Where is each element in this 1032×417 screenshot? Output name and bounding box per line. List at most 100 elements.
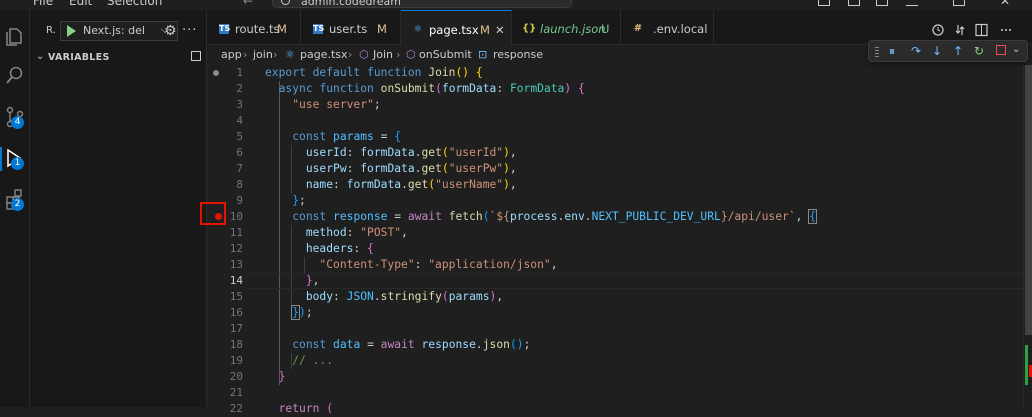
panel-toggle-icon[interactable] xyxy=(848,0,860,6)
tab-label: launch.json xyxy=(540,22,606,36)
settings-file-icon: # xyxy=(633,23,643,34)
tab-user-ts[interactable]: TS user.ts M xyxy=(301,10,401,45)
line-number: 20 xyxy=(229,370,243,383)
symbol-function-icon: ⬡ xyxy=(406,48,416,61)
run-debug-sidebar: R. Next.js: del ⌵ ⚙ ··· ⌄ VARIABLES xyxy=(30,10,207,407)
modified-indicator: M xyxy=(377,22,387,36)
step-over-icon[interactable]: ↷ xyxy=(911,44,921,58)
modified-indicator: M xyxy=(480,23,490,37)
code-line: 4 xyxy=(207,113,1023,129)
close-window-icon[interactable]: ✕ xyxy=(1000,0,1010,8)
json-icon: {} xyxy=(522,23,537,34)
tab-label: route.ts xyxy=(235,22,280,36)
pause-icon[interactable]: ⏸ xyxy=(889,44,895,59)
breadcrumb-file[interactable]: page.tsx xyxy=(300,48,348,61)
compare-icon[interactable] xyxy=(955,25,965,35)
symbol-function-icon: ⬡ xyxy=(359,48,369,61)
code-line: 9 }; xyxy=(207,193,1023,209)
menu-edit[interactable]: Edit xyxy=(69,0,92,8)
code-editor[interactable]: 1 export default function Join() { 2 asyn… xyxy=(207,65,1023,415)
code-line: 13 "Content-Type": "application/json", xyxy=(207,257,1023,273)
close-tab-icon[interactable]: ✕ xyxy=(495,23,505,37)
editor-scrollbar[interactable] xyxy=(1023,65,1032,407)
gear-icon[interactable]: ⚙ xyxy=(164,23,177,39)
fold-marker-icon[interactable] xyxy=(213,70,219,76)
code-line: 7 userPw: formData.get("userPw"), xyxy=(207,161,1023,177)
code-line: 18 const data = await response.json(); xyxy=(207,337,1023,353)
line-number: 8 xyxy=(236,178,243,191)
active-indicator xyxy=(0,147,2,171)
code-line: 19 // ... xyxy=(207,353,1023,369)
line-number: 3 xyxy=(236,98,243,111)
breadcrumb-join-symbol[interactable]: Join xyxy=(373,48,393,61)
layout-toggle-icon[interactable] xyxy=(818,0,830,6)
tab-label: user.ts xyxy=(329,22,368,36)
breadcrumb-app[interactable]: app xyxy=(221,48,242,61)
secondary-sidebar-icon[interactable] xyxy=(876,0,888,6)
line-number: 17 xyxy=(229,322,243,335)
back-arrow-icon[interactable]: ← xyxy=(243,0,253,8)
variables-title: VARIABLES xyxy=(48,52,110,63)
line-number: 18 xyxy=(229,338,243,351)
drag-handle[interactable] xyxy=(875,47,879,57)
run-toolbar: R. Next.js: del ⌵ ⚙ ··· xyxy=(30,10,207,45)
tab-launch-json[interactable]: {} launch.json U xyxy=(512,10,621,45)
collapse-all-icon[interactable] xyxy=(191,51,201,61)
source-control-badge: 4 xyxy=(11,116,24,129)
editor-actions xyxy=(932,22,1024,41)
modified-indicator: M xyxy=(277,22,287,36)
code-line: 6 userId: formData.get("userId"), xyxy=(207,145,1023,161)
line-number: 21 xyxy=(229,386,243,399)
timeline-icon[interactable] xyxy=(932,24,944,36)
stop-icon[interactable] xyxy=(996,45,1006,55)
breakpoint-highlight-box xyxy=(200,202,226,225)
tab-page-tsx[interactable]: ⚛ page.tsx M ✕ xyxy=(401,10,512,45)
code-line: 3 "use server"; xyxy=(207,97,1023,113)
line-number: 11 xyxy=(229,226,243,239)
maximize-icon[interactable] xyxy=(953,0,965,6)
scrollbar-thumb[interactable] xyxy=(1025,65,1032,335)
run-debug-badge: 1 xyxy=(11,157,24,170)
search-icon[interactable] xyxy=(4,64,26,86)
line-number: 6 xyxy=(236,146,243,159)
chevron-right-icon: › xyxy=(273,48,278,61)
menu-selection[interactable]: Selection xyxy=(107,0,162,8)
tab-route-ts[interactable]: TS route.ts M xyxy=(207,10,301,45)
tab-label: .env.local xyxy=(653,22,708,36)
activity-bar: 4 1 2 xyxy=(0,10,30,407)
line-number: 19 xyxy=(229,354,243,367)
menu-file[interactable]: File xyxy=(33,0,53,8)
more-actions-icon[interactable] xyxy=(1001,29,1011,31)
breadcrumb-join[interactable]: join xyxy=(253,48,273,61)
variables-section-header[interactable]: ⌄ VARIABLES xyxy=(30,48,207,70)
code-line: 10 const response = await fetch(`${proce… xyxy=(207,209,1023,225)
start-debugging-icon[interactable] xyxy=(67,25,76,37)
line-number: 2 xyxy=(236,82,243,95)
minimize-icon[interactable] xyxy=(906,0,918,6)
breadcrumb-response[interactable]: response xyxy=(493,48,543,61)
breadcrumb-onsubmit[interactable]: onSubmit xyxy=(419,48,472,61)
code-line: 8 name: formData.get("userName"), xyxy=(207,177,1023,193)
react-icon: ⚛ xyxy=(413,24,423,35)
typescript-icon: TS xyxy=(313,24,325,34)
explorer-icon[interactable] xyxy=(4,26,26,48)
restart-icon[interactable]: ↻ xyxy=(974,44,984,58)
split-editor-icon[interactable] xyxy=(975,23,988,37)
line-number: 15 xyxy=(229,290,243,303)
step-into-icon[interactable]: ↓ xyxy=(932,44,942,58)
chevron-down-icon: ⌄ xyxy=(36,51,45,62)
tab-env-local[interactable]: # .env.local xyxy=(621,10,714,45)
line-number: 12 xyxy=(229,242,243,255)
line-number: 7 xyxy=(236,162,243,175)
step-out-icon[interactable]: ↑ xyxy=(953,44,963,58)
line-number: 1 xyxy=(236,66,243,79)
launch-config-select[interactable]: Next.js: del ⌵ xyxy=(60,21,178,41)
chevron-right-icon: › xyxy=(348,48,353,61)
chevron-down-icon[interactable]: ⌄ xyxy=(1012,44,1020,55)
command-center[interactable]: admin.codedream xyxy=(272,0,572,8)
line-number: 5 xyxy=(236,130,243,143)
chevron-right-icon: › xyxy=(467,48,472,61)
code-line: 17 xyxy=(207,321,1023,337)
more-actions-icon[interactable]: ··· xyxy=(182,23,197,38)
extensions-badge: 2 xyxy=(11,198,24,211)
